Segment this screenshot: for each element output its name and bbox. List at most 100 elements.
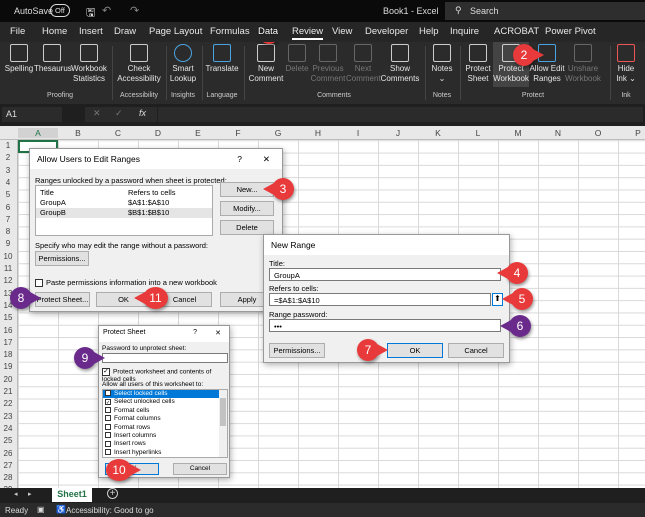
tab-acrobat[interactable]: ACROBAT [494, 26, 539, 37]
redo-icon[interactable]: ↷ [130, 4, 139, 17]
enter-icon[interactable]: ✓ [115, 108, 123, 119]
check-accessibility-button[interactable]: Check Accessibility [115, 42, 163, 84]
delete-comment-button[interactable]: Delete [284, 42, 310, 74]
column-header[interactable]: O [578, 128, 618, 138]
range-row[interactable]: GroupB $B$1:$B$10 [36, 208, 212, 218]
ranges-list[interactable]: Title Refers to cells GroupA $A$1:$A$10 G… [35, 185, 213, 236]
row-header[interactable]: 17 [0, 338, 16, 347]
permission-item[interactable]: ✓ Select locked cells [103, 390, 227, 399]
macro-record-icon[interactable]: ▣ [37, 505, 45, 514]
scroll-left-icon[interactable]: ◂ [14, 490, 18, 498]
password-input[interactable]: ••• [269, 319, 501, 332]
permission-item[interactable]: ✓ Select unlocked cells [103, 398, 227, 406]
row-header[interactable]: 23 [0, 412, 16, 421]
scrollbar[interactable] [219, 390, 227, 457]
tab-review[interactable]: Review [292, 26, 324, 40]
row-header[interactable]: 5 [0, 190, 16, 199]
cancel-icon[interactable]: ✕ [93, 108, 101, 119]
row-header[interactable]: 28 [0, 473, 16, 482]
checkbox[interactable] [105, 440, 111, 447]
row-header[interactable]: 27 [0, 461, 16, 470]
tab-formulas[interactable]: Formulas [210, 26, 250, 37]
refers-input[interactable]: =$A$1:$A$10 [269, 293, 491, 306]
column-header[interactable]: D [138, 128, 178, 138]
add-sheet-icon[interactable]: + [107, 488, 118, 499]
scroll-right-icon[interactable]: ▸ [28, 490, 32, 498]
row-header[interactable]: 26 [0, 449, 16, 458]
title-input[interactable]: GroupA [269, 268, 501, 281]
checkbox[interactable] [105, 449, 111, 456]
checkbox[interactable] [35, 279, 43, 288]
row-header[interactable]: 11 [0, 264, 16, 273]
checkbox[interactable] [105, 423, 111, 430]
tab-inquire[interactable]: Inquire [450, 26, 479, 37]
row-header[interactable]: 25 [0, 436, 16, 445]
row-header[interactable]: 1 [0, 141, 16, 150]
permission-item[interactable]: Format columns [103, 415, 227, 423]
range-row[interactable]: GroupA $A$1:$A$10 [36, 198, 212, 208]
checkbox[interactable]: ✓ [105, 398, 111, 406]
row-header[interactable]: 7 [0, 215, 16, 224]
save-icon[interactable]: 🖫 [86, 4, 95, 23]
row-header[interactable]: 24 [0, 424, 16, 433]
scroll-thumb[interactable] [220, 398, 226, 426]
search-box[interactable]: ⚲ Search [445, 2, 645, 20]
checkbox[interactable]: ✓ [102, 368, 110, 376]
paste-permissions-checkbox[interactable]: Paste permissions information into a new… [35, 278, 217, 288]
previous-comment-button[interactable]: Previous Comment [310, 42, 346, 84]
ok-button[interactable]: OK [387, 343, 443, 358]
column-header[interactable]: F [218, 128, 258, 138]
row-header[interactable]: 6 [0, 203, 16, 212]
row-header[interactable]: 20 [0, 375, 16, 384]
new-comment-button[interactable]: New Comment [248, 42, 284, 84]
tab-file[interactable]: File [10, 26, 25, 37]
column-header[interactable]: N [538, 128, 578, 138]
spelling-button[interactable]: Spelling [4, 42, 34, 74]
protect-sheet-button[interactable]: Protect Sheet... [35, 292, 90, 307]
row-header[interactable]: 21 [0, 387, 16, 396]
translate-button[interactable]: Translate [204, 42, 240, 74]
help-button[interactable]: ? [237, 154, 242, 164]
function-icon[interactable]: fx [139, 108, 146, 118]
permissions-list[interactable]: ✓ Select locked cells ✓ Select unlocked cel… [102, 389, 228, 458]
undo-icon[interactable]: ↶ [102, 4, 111, 17]
permission-item[interactable]: Insert columns [103, 432, 227, 440]
close-button[interactable]: ✕ [263, 154, 270, 165]
column-header[interactable]: J [378, 128, 418, 138]
notes-button[interactable]: Notes ⌄ [428, 42, 456, 84]
permission-item[interactable]: Insert rows [103, 440, 227, 448]
checkbox[interactable] [105, 432, 111, 439]
row-header[interactable]: 3 [0, 166, 16, 175]
row-header[interactable]: 9 [0, 239, 16, 248]
row-header[interactable]: 22 [0, 399, 16, 408]
column-header[interactable]: H [298, 128, 338, 138]
cancel-button[interactable]: Cancel [448, 343, 504, 358]
workbook-statistics-button[interactable]: Workbook Statistics [70, 42, 108, 84]
column-header[interactable]: A [18, 128, 58, 138]
column-header[interactable]: P [618, 128, 645, 138]
permission-item[interactable]: Format rows [103, 424, 227, 432]
tab-developer[interactable]: Developer [365, 26, 408, 37]
next-comment-button[interactable]: Next Comment [346, 42, 381, 84]
column-header[interactable]: B [58, 128, 98, 138]
column-header[interactable]: K [418, 128, 458, 138]
modify-button[interactable]: Modify... [220, 201, 274, 216]
permissions-button[interactable]: Permissions... [35, 251, 89, 266]
column-header[interactable]: I [338, 128, 378, 138]
row-header[interactable]: 16 [0, 326, 16, 335]
row-header[interactable]: 19 [0, 362, 16, 371]
row-header[interactable]: 15 [0, 313, 16, 322]
name-box[interactable]: A1 [2, 107, 62, 122]
tab-draw[interactable]: Draw [114, 26, 136, 37]
close-button[interactable]: ✕ [215, 329, 221, 337]
column-header[interactable]: C [98, 128, 138, 138]
accessibility-status[interactable]: Accessibility: Good to go [66, 506, 154, 515]
password-input[interactable] [102, 353, 228, 363]
column-header[interactable]: G [258, 128, 298, 138]
formula-input[interactable] [158, 107, 643, 122]
row-header[interactable]: 8 [0, 227, 16, 236]
permission-item[interactable]: Format cells [103, 407, 227, 415]
checkbox[interactable] [105, 407, 111, 414]
tab-page-layout[interactable]: Page Layout [149, 26, 202, 37]
hide-ink-button[interactable]: Hide Ink ⌄ [613, 42, 639, 84]
